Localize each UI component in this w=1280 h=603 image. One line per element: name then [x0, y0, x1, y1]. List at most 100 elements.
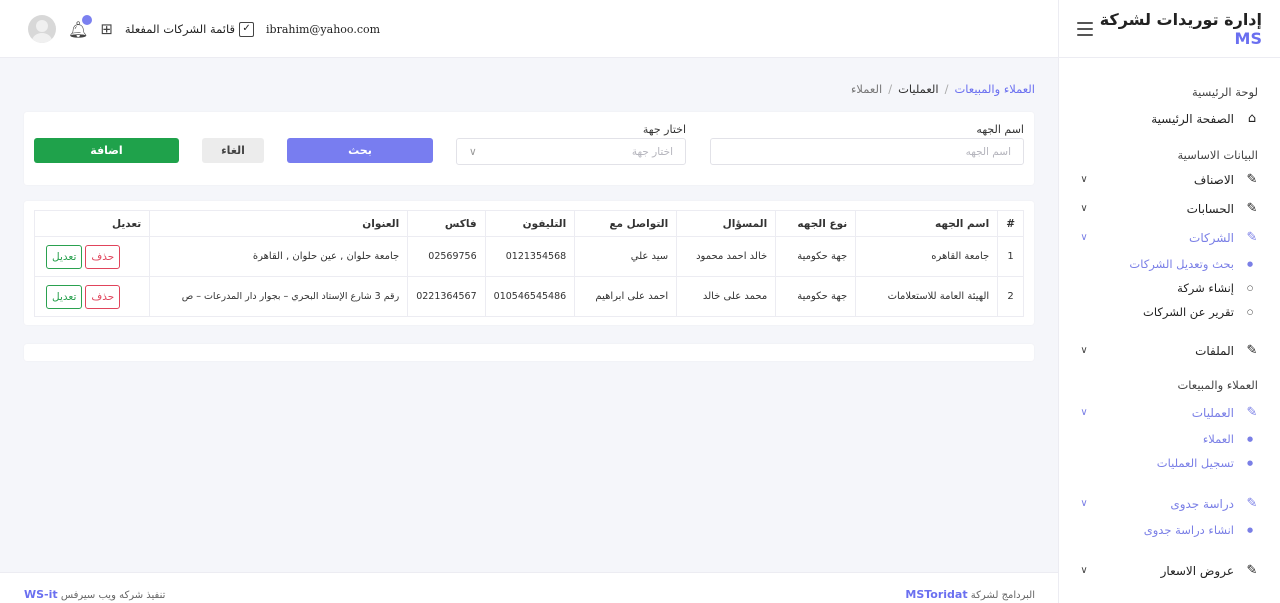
cell-responsible: خالد احمد محمود — [676, 236, 777, 277]
chevron-down-icon: ∨ — [1080, 565, 1088, 576]
breadcrumb-separator: / — [944, 82, 949, 96]
cell-fax: 0221364567 — [407, 276, 486, 317]
sidebar-item-files[interactable]: ✎ الملفات ∨ — [1059, 336, 1280, 365]
chevron-down-icon: ∨ — [1080, 203, 1088, 214]
notification-badge — [82, 14, 93, 25]
sidebar-item-label: الشركات — [1189, 230, 1234, 245]
user-email[interactable]: ibrahim@yahoo.com — [266, 23, 380, 36]
cell-index: 1 — [997, 236, 1024, 277]
add-button[interactable]: اضافة — [34, 138, 179, 163]
cell-contact: احمد على ابراهيم — [574, 276, 678, 317]
top-bar: ibrahim@yahoo.com ✓ قائمة الشركات المفعل… — [0, 0, 1058, 58]
footer-left-link[interactable]: WS-it — [24, 588, 58, 601]
bullet-icon: ○ — [1246, 284, 1254, 292]
bullet-icon: ○ — [1246, 308, 1254, 316]
sidebar-item-label: الحسابات — [1186, 201, 1234, 216]
section-dashboard: لوحة الرئيسية — [1192, 85, 1258, 99]
footer-left-text: تنفيذ شركه ويب سيرفس — [60, 590, 166, 601]
sidebar-item-quotes[interactable]: ✎ عروض الاسعار ∨ — [1059, 556, 1280, 585]
col-address: العنوان — [149, 210, 409, 237]
cell-index: 2 — [997, 276, 1024, 317]
sidebar-item-label: عروض الاسعار — [1160, 563, 1234, 578]
feather-icon: ✎ — [1246, 563, 1258, 578]
col-phone: التليفون — [484, 210, 576, 237]
brand-title: إدارة توريدات لشركة MS — [1093, 10, 1262, 48]
breadcrumb-current: العملاء — [851, 82, 883, 96]
results-table-card: # اسم الجهه نوع الجهه المسؤال التواصل مع… — [24, 201, 1034, 325]
sidebar: إدارة توريدات لشركة MS لوحة الرئيسية ⌂ ا… — [1058, 0, 1280, 603]
sidebar-sub-label: العملاء — [1202, 432, 1234, 446]
menu-toggle-icon[interactable] — [1077, 21, 1093, 36]
footer-right-link[interactable]: MSToridat — [905, 588, 967, 601]
section-basic-data: البيانات الاساسية — [1177, 148, 1259, 162]
feather-icon: ✎ — [1246, 496, 1258, 511]
footer: البردامج لشركة MSToridat تنفيذ شركه ويب … — [0, 572, 1058, 603]
sidebar-sub-label: بحث وتعديل الشركات — [1129, 257, 1234, 271]
delete-button[interactable]: حذف — [85, 244, 121, 269]
sidebar-item-companies[interactable]: ✎ الشركات ∨ — [1059, 223, 1280, 252]
col-fax: فاكس — [407, 210, 486, 237]
cell-entity-type: جهة حكومية — [775, 236, 857, 277]
col-responsible: المسؤال — [676, 210, 777, 237]
sidebar-item-home[interactable]: ⌂ الصفحة الرئيسية — [1059, 104, 1280, 133]
chevron-down-icon: ∨ — [1080, 174, 1088, 185]
cancel-button[interactable]: الغاء — [202, 138, 264, 163]
section-clients-sales: العملاء والمبيعات — [1177, 378, 1258, 392]
brand-accent: MS — [1234, 28, 1262, 48]
chevron-down-icon: ∨ — [1080, 498, 1088, 509]
footer-credit-left: تنفيذ شركه ويب سيرفس WS-it — [24, 588, 165, 601]
brand-prefix: إدارة توريدات لشركة — [1099, 9, 1262, 29]
breadcrumb: العملاء والمبيعات / العمليات / العملاء — [851, 82, 1035, 96]
sidebar-sub-register-operations[interactable]: ● تسجيل العمليات — [1059, 451, 1280, 475]
sidebar-sub-create-company[interactable]: ○ إنشاء شركة — [1059, 276, 1280, 300]
active-companies-link[interactable]: ✓ قائمة الشركات المفعلة — [125, 21, 255, 37]
sidebar-item-feasibility[interactable]: ✎ دراسة جدوى ∨ — [1059, 489, 1280, 518]
sidebar-sub-label: تسجيل العمليات — [1156, 456, 1234, 470]
feather-icon: ✎ — [1246, 405, 1258, 420]
sidebar-sub-create-feasibility[interactable]: ● انشاء دراسة جدوى — [1059, 518, 1280, 542]
entity-select-value: اختار جهة — [631, 145, 673, 158]
breadcrumb-separator: / — [888, 82, 893, 96]
checkbox-icon: ✓ — [239, 21, 255, 37]
breadcrumb-mid[interactable]: العمليات — [898, 82, 939, 96]
cell-address: جامعة حلوان , عين حلوان , القاهرة — [149, 236, 409, 277]
bullet-icon: ● — [1246, 526, 1254, 534]
name-label: اسم الجهه — [976, 123, 1024, 136]
notification-bell-icon[interactable]: 🔔︎ — [68, 14, 93, 39]
cell-contact: سيد علي — [574, 236, 678, 277]
sidebar-sub-clients[interactable]: ● العملاء — [1059, 427, 1280, 451]
feather-icon: ✎ — [1246, 172, 1258, 187]
cell-entity-name: جامعة القاهره — [855, 236, 999, 277]
cell-actions: حذفتعديل — [33, 236, 151, 277]
sidebar-sub-label: انشاء دراسة جدوى — [1143, 523, 1234, 537]
breadcrumb-root[interactable]: العملاء والمبيعات — [954, 82, 1035, 96]
sidebar-sub-search-companies[interactable]: ● بحث وتعديل الشركات — [1059, 252, 1280, 276]
sidebar-item-label: الصفحة الرئيسية — [1151, 111, 1234, 126]
sidebar-sub-label: تقرير عن الشركات — [1143, 305, 1234, 319]
bullet-icon: ● — [1246, 260, 1254, 268]
select-label: اختار جهة — [642, 123, 686, 136]
sidebar-item-categories[interactable]: ✎ الاصناف ∨ — [1059, 165, 1280, 194]
col-contact: التواصل مع — [574, 210, 678, 237]
search-button[interactable]: بحث — [287, 138, 433, 163]
edit-button[interactable]: تعديل — [46, 284, 83, 309]
table-row: 1 جامعة القاهره جهة حكومية خالد احمد محم… — [33, 236, 1024, 277]
feather-icon: ✎ — [1246, 230, 1258, 245]
apps-grid-icon[interactable]: ⊞ — [100, 20, 113, 38]
bullet-icon: ● — [1246, 459, 1254, 467]
sidebar-item-operations[interactable]: ✎ العمليات ∨ — [1059, 398, 1280, 427]
avatar[interactable] — [28, 15, 56, 43]
col-entity-type: نوع الجهه — [775, 210, 857, 237]
name-search-input[interactable] — [710, 138, 1024, 165]
feather-icon: ✎ — [1246, 343, 1258, 358]
col-index: # — [997, 210, 1024, 237]
sidebar-sub-companies-report[interactable]: ○ تقرير عن الشركات — [1059, 300, 1280, 324]
sidebar-item-accounts[interactable]: ✎ الحسابات ∨ — [1059, 194, 1280, 223]
sidebar-sub-label: إنشاء شركة — [1177, 281, 1234, 295]
delete-button[interactable]: حذف — [85, 284, 121, 309]
edit-button[interactable]: تعديل — [46, 244, 83, 269]
table-row: 2 الهيئة العامة للاستعلامات جهة حكومية م… — [33, 276, 1024, 317]
top-bar-actions: ibrahim@yahoo.com ✓ قائمة الشركات المفعل… — [28, 14, 380, 44]
sidebar-item-label: العمليات — [1191, 405, 1234, 420]
entity-select[interactable]: اختار جهة ∨ — [456, 138, 686, 165]
